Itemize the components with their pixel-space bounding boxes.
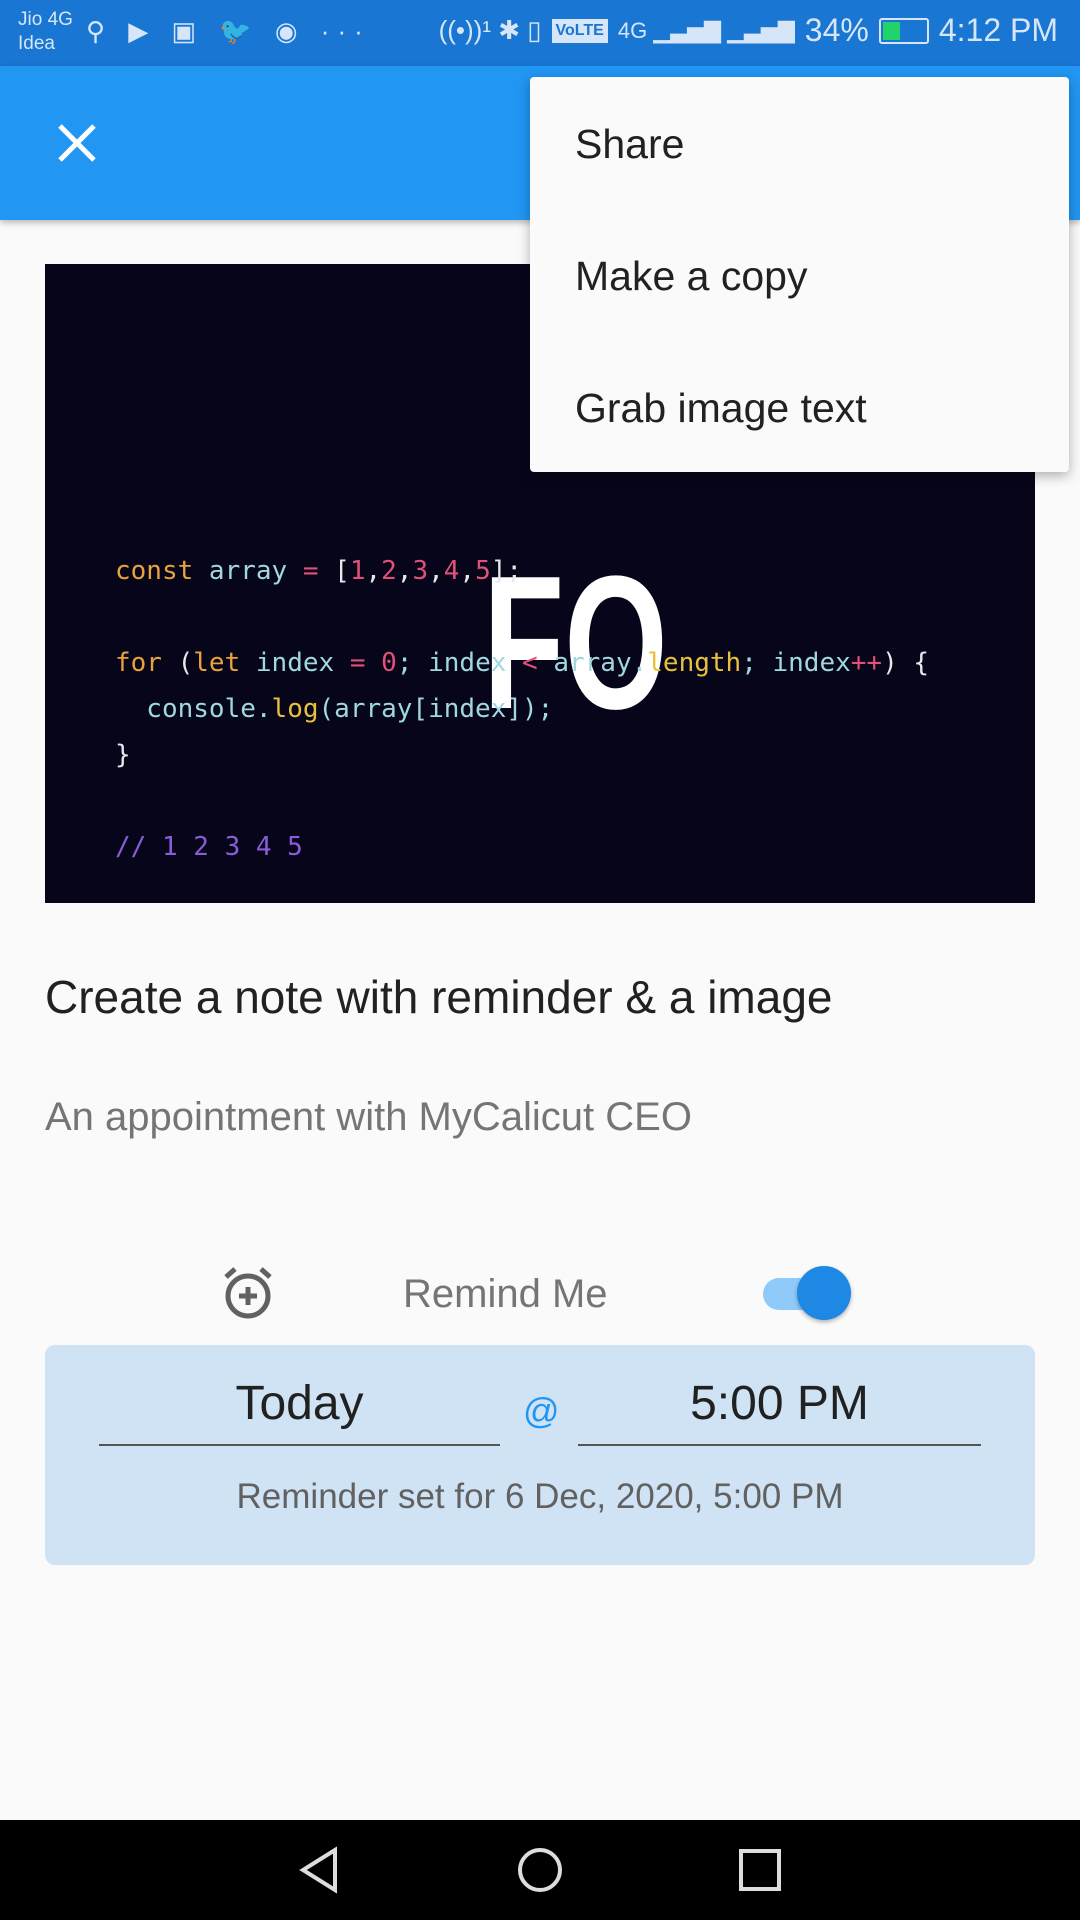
time-field[interactable]: 5:00 PM <box>578 1373 981 1446</box>
remind-me-label: Remind Me <box>403 1272 608 1316</box>
back-icon[interactable] <box>295 1845 345 1895</box>
clock: 4:12 PM <box>938 12 1058 48</box>
menu-item-grab-image-text[interactable]: Grab image text <box>530 353 1069 485</box>
recents-icon[interactable] <box>735 1845 785 1895</box>
menu-item-share[interactable]: Share <box>530 89 1069 221</box>
code-comment: // 1 2 3 4 5 <box>115 832 303 862</box>
reminder-panel: Today @ 5:00 PM Reminder set for 6 Dec, … <box>45 1345 1035 1565</box>
code-line: const array = [1,2,3,4,5]; <box>115 556 523 586</box>
code-line: for (let index = 0; index < array.length… <box>115 648 930 678</box>
notification-icons: ⚲ ▶ ▣ 🐦 ◉ ··· <box>86 16 371 46</box>
battery-icon <box>878 17 929 44</box>
signal-icon: 4G ▁▃▅▇ ▁▃▅▇ <box>617 17 795 43</box>
battery-percent: 34% <box>804 12 869 48</box>
note-title[interactable]: Create a note with reminder & a image <box>45 970 833 1024</box>
note-body[interactable]: An appointment with MyCalicut CEO <box>45 1095 692 1140</box>
code-line: console.log(array[index]); <box>115 694 554 724</box>
reminder-summary: Reminder set for 6 Dec, 2020, 5:00 PM <box>236 1477 844 1516</box>
system-icons: ((•))¹ ✱ ▯ VoLTE 4G ▁▃▅▇ ▁▃▅▇ 34% 4:12 P… <box>439 12 1058 49</box>
close-icon[interactable] <box>52 118 102 168</box>
carrier: Jio 4G Idea <box>18 9 73 54</box>
hotspot-icon: ((•))¹ ✱ ▯ <box>438 15 542 45</box>
date-field[interactable]: Today <box>99 1373 500 1446</box>
menu-item-make-copy[interactable]: Make a copy <box>530 221 1069 353</box>
code-line: } <box>115 740 131 770</box>
home-icon[interactable] <box>515 1845 565 1895</box>
status-bar: Jio 4G Idea ⚲ ▶ ▣ 🐦 ◉ ··· ((•))¹ ✱ ▯ VoLT… <box>0 0 1080 66</box>
navigation-bar <box>0 1820 1080 1920</box>
volte-icon: VoLTE <box>551 18 608 43</box>
overflow-menu: Share Make a copy Grab image text <box>530 77 1069 472</box>
alarm-add-icon <box>224 1267 272 1319</box>
remind-toggle[interactable] <box>763 1266 853 1320</box>
at-label: @ <box>523 1390 560 1431</box>
